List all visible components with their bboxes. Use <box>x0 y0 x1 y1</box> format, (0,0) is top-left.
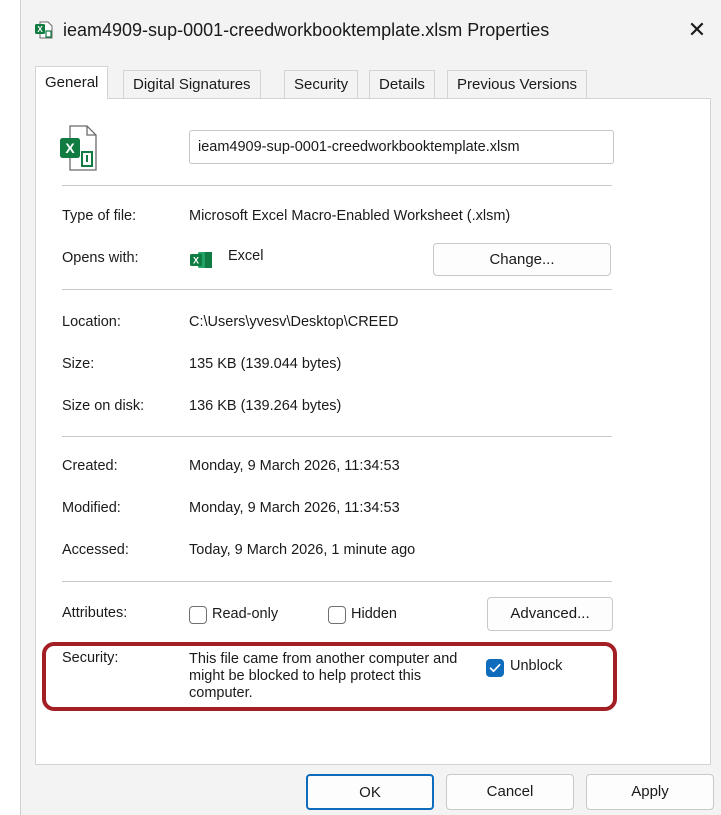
type-of-file-label: Type of file: <box>62 208 137 224</box>
accessed-value: Today, 9 March 2026, 1 minute ago <box>189 542 416 558</box>
security-label: Security: <box>62 650 119 666</box>
ok-button[interactable]: OK <box>306 774 434 810</box>
size-value: 135 KB (139.044 bytes) <box>189 356 342 372</box>
divider <box>62 581 612 582</box>
hidden-label[interactable]: Hidden <box>351 606 397 622</box>
divider <box>62 185 612 186</box>
opens-with-label: Opens with: <box>62 250 139 266</box>
close-icon[interactable]: ✕ <box>685 18 709 42</box>
excel-app-icon: X <box>189 250 213 270</box>
divider <box>62 289 612 290</box>
advanced-button[interactable]: Advanced... <box>487 597 613 631</box>
modified-value: Monday, 9 March 2026, 11:34:53 <box>189 500 400 516</box>
size-on-disk-value: 136 KB (139.264 bytes) <box>189 398 342 414</box>
file-name-field[interactable] <box>189 130 614 164</box>
properties-dialog: X ieam4909-sup-0001-creedworkbooktemplat… <box>20 0 721 815</box>
attributes-label: Attributes: <box>62 605 128 621</box>
type-of-file-value: Microsoft Excel Macro-Enabled Worksheet … <box>189 208 511 224</box>
unblock-label[interactable]: Unblock <box>510 658 562 674</box>
size-label: Size: <box>62 356 95 372</box>
cancel-button[interactable]: Cancel <box>446 774 574 810</box>
location-value: C:\Users\yvesv\Desktop\CREED <box>189 314 399 330</box>
svg-text:X: X <box>65 140 75 156</box>
svg-text:X: X <box>37 25 43 34</box>
location-label: Location: <box>62 314 121 330</box>
hidden-checkbox[interactable] <box>328 606 346 624</box>
unblock-checkbox[interactable] <box>486 659 504 677</box>
title-bar[interactable]: X ieam4909-sup-0001-creedworkbooktemplat… <box>21 0 721 60</box>
checkmark-icon <box>489 663 501 673</box>
modified-label: Modified: <box>62 500 121 516</box>
opens-with-app: Excel <box>228 248 264 264</box>
read-only-checkbox[interactable] <box>189 606 207 624</box>
svg-text:X: X <box>193 256 199 266</box>
excel-macro-file-icon: X <box>58 124 98 172</box>
excel-file-icon: X <box>34 20 54 40</box>
tab-previous-versions[interactable]: Previous Versions <box>447 70 588 98</box>
divider <box>62 436 612 437</box>
tab-details[interactable]: Details <box>369 70 435 98</box>
size-on-disk-label: Size on disk: <box>62 398 145 414</box>
tab-security[interactable]: Security <box>284 70 359 98</box>
window-title: ieam4909-sup-0001-creedworkbooktemplate.… <box>63 20 550 40</box>
tab-digital-signatures[interactable]: Digital Signatures <box>123 70 261 98</box>
created-label: Created: <box>62 458 118 474</box>
apply-button[interactable]: Apply <box>586 774 714 810</box>
general-panel: X Type of file: Microsoft Excel Macro-En… <box>35 98 711 765</box>
tab-general[interactable]: General <box>35 66 109 99</box>
created-value: Monday, 9 March 2026, 11:34:53 <box>189 458 400 474</box>
change-button[interactable]: Change... <box>433 243 611 276</box>
accessed-label: Accessed: <box>62 542 129 558</box>
security-message: This file came from another computer and… <box>189 651 458 701</box>
read-only-label[interactable]: Read-only <box>212 606 278 622</box>
